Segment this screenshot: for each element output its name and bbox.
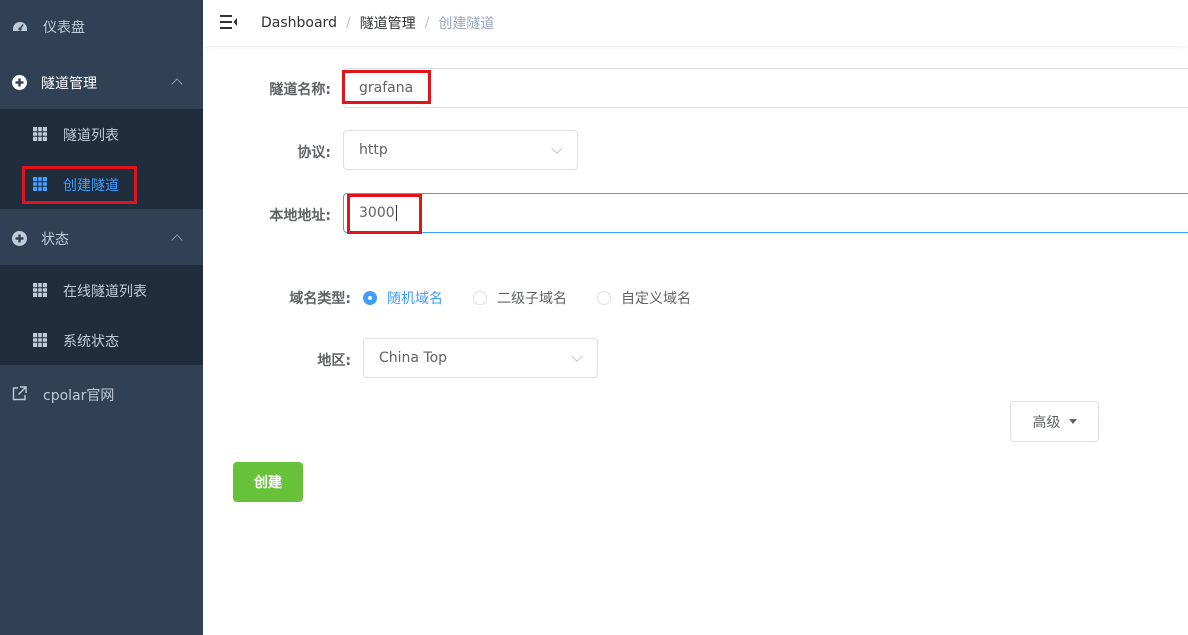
- sidebar-item-tunnel-list[interactable]: 隧道列表: [0, 109, 203, 159]
- plus-circle-icon: [12, 231, 27, 246]
- protocol-value: http: [359, 142, 388, 158]
- breadcrumb-separator: /: [424, 15, 430, 31]
- radio-label: 自定义域名: [621, 291, 691, 307]
- tunnel-name-label: 隧道名称:: [269, 82, 331, 98]
- top-navbar: Dashboard / 隧道管理 / 创建隧道: [203, 0, 1188, 46]
- highlight-box: [347, 194, 422, 234]
- breadcrumb-create-tunnel: 创建隧道: [438, 16, 495, 32]
- tunnel-name-input[interactable]: grafana: [343, 68, 1188, 108]
- breadcrumb-dashboard[interactable]: Dashboard: [261, 15, 337, 31]
- sidebar-item-dashboard[interactable]: 仪表盘: [0, 0, 203, 53]
- sidebar-item-system-status[interactable]: 系统状态: [0, 315, 203, 365]
- region-label: 地区:: [317, 353, 351, 369]
- region-select[interactable]: China Top: [363, 338, 598, 378]
- table-icon: [33, 127, 47, 141]
- dashboard-icon: [12, 18, 28, 34]
- sidebar-item-label: 隧道管理: [41, 76, 97, 92]
- chevron-down-icon: [551, 142, 563, 155]
- sidebar-item-label: 系统状态: [63, 334, 119, 350]
- chevron-up-icon: [171, 78, 183, 90]
- advanced-button[interactable]: 高级: [1010, 401, 1099, 442]
- sidebar-item-website[interactable]: cpolar官网: [0, 368, 203, 420]
- sidebar-item-label: 状态: [41, 232, 69, 248]
- breadcrumb-separator: /: [345, 15, 351, 31]
- radio-button: [597, 291, 611, 305]
- local-address-label: 本地地址:: [269, 208, 331, 224]
- region-value: China Top: [379, 350, 448, 366]
- caret-down-icon: [1068, 419, 1077, 424]
- radio-label: 随机域名: [387, 291, 443, 307]
- sidebar: 仪表盘 隧道管理 隧道列表 创建隧道 状态 在线隧道列表 系统状态 cpolar…: [0, 0, 203, 635]
- radio-subdomain[interactable]: 二级子域名: [473, 288, 567, 308]
- protocol-select[interactable]: http: [343, 130, 578, 170]
- protocol-label: 协议:: [297, 145, 331, 161]
- radio-label: 二级子域名: [497, 291, 567, 307]
- plus-circle-icon: [12, 75, 27, 90]
- highlight-box: [22, 166, 137, 204]
- sidebar-item-tunnel-management[interactable]: 隧道管理: [0, 56, 203, 108]
- sidebar-item-label: cpolar官网: [43, 388, 115, 404]
- radio-button: [473, 291, 487, 305]
- radio-button: [363, 291, 377, 305]
- sidebar-item-label: 仪表盘: [43, 20, 85, 36]
- radio-random-domain[interactable]: 随机域名: [363, 288, 443, 308]
- create-button[interactable]: 创建: [233, 462, 303, 502]
- hamburger-icon[interactable]: [220, 14, 238, 30]
- external-link-icon: [12, 386, 27, 401]
- sidebar-item-online-tunnels[interactable]: 在线隧道列表: [0, 265, 203, 315]
- sidebar-item-label: 隧道列表: [63, 128, 119, 144]
- local-address-input[interactable]: 3000: [343, 193, 1188, 233]
- chevron-up-icon: [171, 234, 183, 246]
- table-icon: [33, 333, 47, 347]
- sidebar-item-label: 在线隧道列表: [63, 284, 147, 300]
- table-icon: [33, 283, 47, 297]
- radio-custom-domain[interactable]: 自定义域名: [597, 288, 691, 308]
- chevron-down-icon: [571, 350, 583, 363]
- advanced-label: 高级: [1032, 414, 1061, 431]
- breadcrumb: Dashboard / 隧道管理 / 创建隧道: [261, 13, 494, 33]
- domain-type-label: 域名类型:: [289, 291, 351, 307]
- highlight-box: [342, 70, 431, 104]
- sidebar-item-status[interactable]: 状态: [0, 212, 203, 264]
- breadcrumb-tunnel-management[interactable]: 隧道管理: [360, 13, 416, 33]
